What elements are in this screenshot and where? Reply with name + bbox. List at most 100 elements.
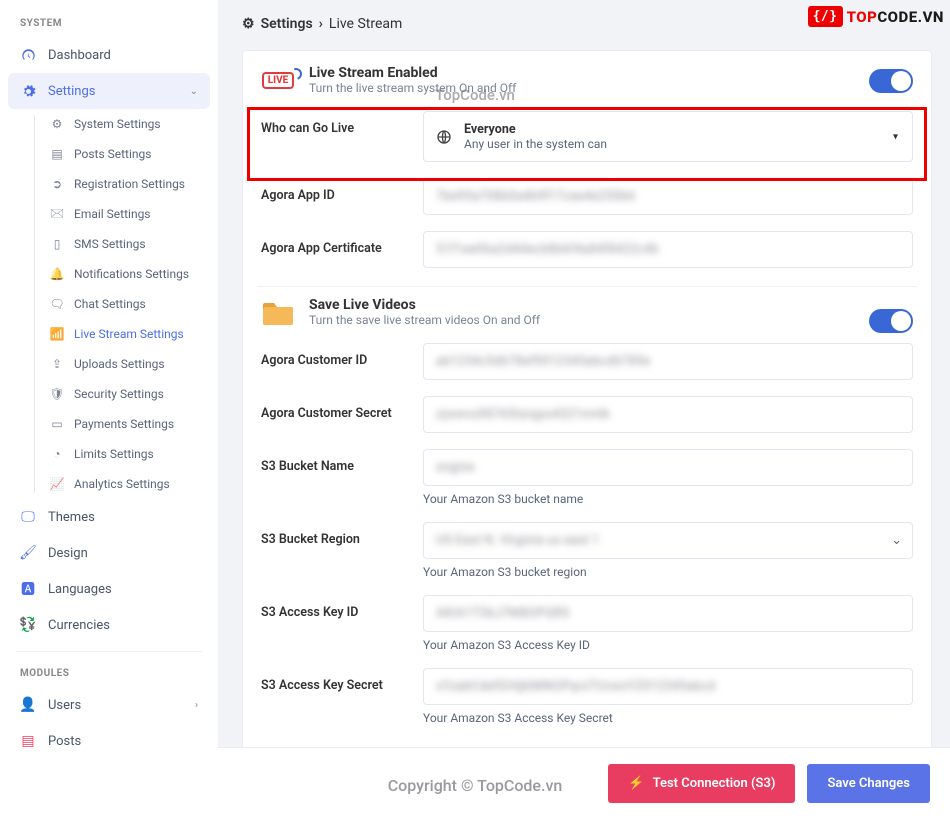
sub-uploads-settings[interactable]: ⇪Uploads Settings <box>50 349 218 379</box>
watermark-logo: {/} TOP CODE.VN <box>808 6 944 27</box>
agora-app-id-input[interactable]: 7be95a708b0a4b9f17cee4e250b6 <box>423 178 913 215</box>
footer-bar: ⚡ Test Connection (S3) Save Changes <box>218 747 950 819</box>
s3-bucket-region-select[interactable]: US East N. Virginia us east 1⌄ <box>423 522 913 559</box>
live-stream-toggle[interactable] <box>869 69 913 93</box>
sidebar-item-currencies[interactable]: 💱 Currencies <box>0 607 218 643</box>
posts-icon: ▤ <box>20 733 36 749</box>
agora-customer-secret-input[interactable]: zyxwvu98765tsrqpo4321nmlk <box>423 396 913 433</box>
s3-bucket-name-input[interactable]: sngine <box>423 449 913 486</box>
sidebar-section-modules: MODULES <box>0 660 218 687</box>
sidebar-item-design[interactable]: 🖌 Design <box>0 535 218 571</box>
sidebar-section-system: SYSTEM <box>0 10 218 37</box>
divider <box>16 651 202 652</box>
helper-text: Your Amazon S3 Access Key ID <box>423 638 913 652</box>
globe-icon <box>436 129 452 145</box>
shield-icon: 🛡 <box>50 387 64 401</box>
sub-email-settings[interactable]: 🖂Email Settings <box>50 199 218 229</box>
sub-security-settings[interactable]: 🛡Security Settings <box>50 379 218 409</box>
breadcrumb-sep: › <box>319 16 323 32</box>
sub-posts-settings[interactable]: ▤Posts Settings <box>50 139 218 169</box>
s3-access-key-id-row: S3 Access Key ID AKIA1T56J7M8OPQRS Your … <box>261 595 913 652</box>
caret-down-icon: ▾ <box>893 131 898 142</box>
sub-limits-settings[interactable]: ◔Limits Settings <box>50 439 218 469</box>
live-stream-card: LIVE Live Stream Enabled Turn the live s… <box>242 50 932 766</box>
save-videos-toggle[interactable] <box>869 309 913 333</box>
chat-icon: 🗨 <box>50 297 64 311</box>
sub-payments-settings[interactable]: ▭Payments Settings <box>50 409 218 439</box>
monitor-icon: 🖵 <box>20 509 36 525</box>
who-can-go-live-row: Who can Go Live Everyone Any user in the… <box>261 111 913 162</box>
s3-access-key-secret-row: S3 Access Key Secret xYzabCdefGHijklMNOP… <box>261 668 913 725</box>
gear-icon <box>20 83 36 99</box>
helper-text: Your Amazon S3 bucket region <box>423 565 913 579</box>
helper-text: Your Amazon S3 bucket name <box>423 492 913 506</box>
gear-icon: ⚙ <box>242 16 255 32</box>
agora-app-cert-row: Agora App Certificate 51f1ee06a2d44ecb8b… <box>261 231 913 268</box>
sub-sms-settings[interactable]: ▯SMS Settings <box>50 229 218 259</box>
bolt-icon: ⚡ <box>628 776 644 791</box>
sub-chat-settings[interactable]: 🗨Chat Settings <box>50 289 218 319</box>
breadcrumb-leaf: Live Stream <box>329 16 402 32</box>
login-icon: ➲ <box>50 177 64 191</box>
gear-icon: ⚙ <box>50 117 64 131</box>
field-label: Agora Customer ID <box>261 343 411 368</box>
sidebar-item-themes[interactable]: 🖵 Themes <box>0 499 218 535</box>
upload-icon: ⇪ <box>50 357 64 371</box>
sub-live-stream-settings[interactable]: 📶Live Stream Settings <box>50 319 218 349</box>
select-title: Everyone <box>464 122 607 137</box>
field-label: Agora App ID <box>261 178 411 203</box>
who-can-go-live-select[interactable]: Everyone Any user in the system can ▾ <box>423 111 913 162</box>
sidebar-item-users[interactable]: 👤 Users › <box>0 687 218 723</box>
section-header: Save Live Videos Turn the save live stre… <box>261 297 913 327</box>
field-label: Who can Go Live <box>261 111 411 136</box>
field-label: Agora Customer Secret <box>261 396 411 421</box>
bell-icon: 🔔 <box>50 267 64 281</box>
posts-icon: ▤ <box>50 147 64 161</box>
language-icon: 🅰 <box>20 581 36 597</box>
section-subtitle: Turn the live stream system On and Off <box>309 81 516 95</box>
field-label: S3 Bucket Region <box>261 522 411 547</box>
signal-icon: 📶 <box>50 327 64 341</box>
live-icon: LIVE <box>261 66 295 94</box>
s3-access-key-id-input[interactable]: AKIA1T56J7M8OPQRS <box>423 595 913 632</box>
sidebar-item-posts[interactable]: ▤ Posts <box>0 723 218 759</box>
s3-access-key-secret-input[interactable]: xYzabCdefGHijklMNOPqrsTUvwxYZ012345abcd <box>423 668 913 705</box>
section-title: Live Stream Enabled <box>309 65 516 81</box>
sidebar-label: Dashboard <box>48 48 111 63</box>
field-label: Agora App Certificate <box>261 231 411 256</box>
sub-system-settings[interactable]: ⚙System Settings <box>50 109 218 139</box>
user-icon: 👤 <box>20 697 36 713</box>
section-header: LIVE Live Stream Enabled Turn the live s… <box>261 65 913 95</box>
brush-icon: 🖌 <box>20 545 36 561</box>
folder-icon <box>261 298 295 326</box>
s3-bucket-name-row: S3 Bucket Name sngine Your Amazon S3 buc… <box>261 449 913 506</box>
currency-icon: 💱 <box>20 617 36 633</box>
sidebar-item-languages[interactable]: 🅰 Languages <box>0 571 218 607</box>
section-subtitle: Turn the save live stream videos On and … <box>309 313 540 327</box>
chevron-down-icon: ⌄ <box>190 86 198 97</box>
sidebar-item-dashboard[interactable]: Dashboard <box>0 37 218 73</box>
sms-icon: ▯ <box>50 237 64 251</box>
agora-app-id-row: Agora App ID 7be95a708b0a4b9f17cee4e250b… <box>261 178 913 215</box>
field-label: S3 Access Key Secret <box>261 668 411 693</box>
card-icon: ▭ <box>50 417 64 431</box>
agora-app-cert-input[interactable]: 51f1ee06a2d44ecb8b6f4a84f8422c4b <box>423 231 913 268</box>
sub-analytics-settings[interactable]: 📈Analytics Settings <box>50 469 218 499</box>
test-connection-button[interactable]: ⚡ Test Connection (S3) <box>608 764 795 803</box>
section-title: Save Live Videos <box>309 297 540 313</box>
settings-submenu: ⚙System Settings ▤Posts Settings ➲Regist… <box>34 109 218 499</box>
save-changes-button[interactable]: Save Changes <box>807 764 930 803</box>
sub-notifications-settings[interactable]: 🔔Notifications Settings <box>50 259 218 289</box>
sidebar-label: Settings <box>48 84 95 99</box>
field-label: S3 Bucket Name <box>261 449 411 474</box>
agora-customer-secret-row: Agora Customer Secret zyxwvu98765tsrqpo4… <box>261 396 913 433</box>
agora-customer-id-input[interactable]: ab1234c5d678ef9012345abcd6789e <box>423 343 913 380</box>
breadcrumb-root: Settings <box>261 16 313 32</box>
sidebar-item-settings[interactable]: Settings ⌄ <box>8 73 210 109</box>
limits-icon: ◔ <box>50 447 64 461</box>
sub-registration-settings[interactable]: ➲Registration Settings <box>50 169 218 199</box>
field-label: S3 Access Key ID <box>261 595 411 620</box>
chevron-right-icon: › <box>195 700 198 711</box>
s3-bucket-region-row: S3 Bucket Region US East N. Virginia us … <box>261 522 913 579</box>
agora-customer-id-row: Agora Customer ID ab1234c5d678ef9012345a… <box>261 343 913 380</box>
